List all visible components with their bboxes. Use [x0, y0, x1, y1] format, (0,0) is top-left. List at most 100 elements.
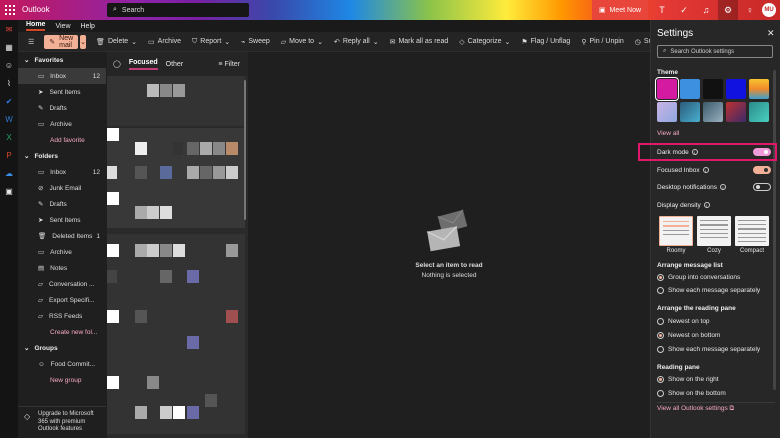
categorize-label: Categorize [467, 38, 502, 45]
apps-icon[interactable]: ▣ [0, 182, 18, 200]
upgrade-banner[interactable]: ◇ Upgrade to Microsoft 365 with premium … [18, 406, 106, 438]
folder-sent[interactable]: ➤ Sent Items [18, 212, 106, 228]
radio-pane-separately[interactable]: Show each message separately [657, 346, 760, 353]
filter-button[interactable]: ≡ Filter [218, 61, 240, 68]
notifications-icon[interactable]: ♫ [696, 0, 716, 20]
new-mail-button[interactable]: ✎ New mail [44, 34, 79, 49]
delete-button[interactable]: 🗑 Delete ⌄ [96, 38, 137, 46]
radio-show-right[interactable]: Show on the right [657, 376, 719, 383]
sweep-button[interactable]: ⌁ Sweep [241, 38, 270, 46]
folder-archive[interactable]: ▭ Archive [18, 244, 106, 260]
favorite-sent-items[interactable]: ➤ Sent Items [18, 84, 106, 100]
message-list-scrollbar[interactable] [244, 80, 246, 220]
powerpoint-icon[interactable]: P [0, 146, 18, 164]
info-icon[interactable]: i [703, 202, 710, 209]
people-icon[interactable]: ☺ [0, 56, 18, 74]
archive-icon: ▭ [38, 249, 45, 256]
menu-home[interactable]: Home [26, 21, 46, 31]
radio-newest-bottom[interactable]: Newest on bottom [657, 332, 720, 339]
folder-export[interactable]: ▱ Export Specifi... [18, 292, 106, 308]
groups-header[interactable]: ⌄ Groups [18, 340, 106, 356]
settings-search-input[interactable]: ⌕ Search Outlook settings [657, 45, 773, 58]
list-item[interactable] [107, 76, 245, 126]
group-food[interactable]: ☺ Food Commit... [18, 356, 106, 372]
tab-focused[interactable]: Focused [128, 59, 158, 70]
app-title[interactable]: Outlook [22, 5, 50, 14]
radio-newest-top[interactable]: Newest on top [657, 318, 710, 325]
density-compact-option[interactable] [735, 216, 769, 246]
favorites-header[interactable]: ⌄ Favorites [18, 52, 106, 68]
folder-notes[interactable]: ▤ Notes [18, 260, 106, 276]
theme-swatch-teal[interactable] [749, 102, 769, 122]
mail-icon[interactable]: ✉ [0, 20, 18, 38]
theme-swatch-abstract[interactable] [726, 102, 746, 122]
radio-show-bottom[interactable]: Show on the bottom [657, 390, 726, 397]
folder-junk[interactable]: ⊘ Junk Email [18, 180, 106, 196]
todo-icon[interactable]: ✓ [674, 0, 694, 20]
report-button[interactable]: ⛉ Report ⌄ [192, 38, 230, 46]
excel-icon[interactable]: X [0, 128, 18, 146]
view-all-settings-link[interactable]: View all Outlook settings ⧉ [657, 402, 775, 413]
theme-swatch-black[interactable] [703, 79, 723, 99]
menu-help[interactable]: Help [81, 23, 95, 30]
tab-other[interactable]: Other [166, 61, 184, 68]
theme-swatch-wave[interactable] [680, 102, 700, 122]
avatar[interactable]: MU [762, 3, 776, 17]
create-folder-link[interactable]: Create new fol... [18, 324, 106, 340]
desktop-notifications-toggle[interactable] [753, 183, 771, 191]
app-launcher-icon[interactable] [5, 5, 15, 15]
reply-all-button[interactable]: ↶ Reply all ⌄ [334, 38, 379, 46]
folder-drafts[interactable]: ✎ Drafts [18, 196, 106, 212]
info-icon[interactable]: i [719, 184, 726, 191]
todo-rail-icon[interactable]: ✔ [0, 92, 18, 110]
teams-icon[interactable]: T [652, 0, 672, 20]
settings-scrollbar[interactable] [773, 70, 776, 390]
folder-label: Inbox [50, 72, 67, 80]
select-all-icon[interactable]: ◯ [113, 60, 121, 68]
folder-conversation[interactable]: ▱ Conversation ... [18, 276, 106, 292]
list-item[interactable] [107, 128, 245, 228]
word-icon[interactable]: W [0, 110, 18, 128]
flag-button[interactable]: ⚑ Flag / Unflag [521, 38, 570, 46]
attach-icon[interactable]: ⌇ [0, 74, 18, 92]
density-roomy-option[interactable] [659, 216, 693, 246]
categorize-button[interactable]: ◇ Categorize ⌄ [459, 38, 510, 46]
menu-view[interactable]: View [55, 23, 70, 30]
radio-show-separately[interactable]: Show each message separately [657, 287, 760, 294]
list-item[interactable] [107, 234, 245, 434]
settings-gear-icon[interactable]: ⚙ [718, 0, 738, 20]
pin-button[interactable]: ⚲ Pin / Unpin [581, 38, 623, 46]
folder-rss[interactable]: ▱ RSS Feeds [18, 308, 106, 324]
theme-swatch-royal[interactable] [726, 79, 746, 99]
meet-now-button[interactable]: ▣ Meet Now [592, 0, 648, 20]
theme-swatch-magenta[interactable] [655, 77, 679, 101]
favorite-drafts[interactable]: ✎ Drafts [18, 100, 106, 116]
focused-inbox-toggle[interactable] [753, 166, 771, 174]
radio-group-conversations[interactable]: Group into conversations [657, 274, 740, 281]
theme-swatch-mountain[interactable] [703, 102, 723, 122]
hamburger-icon[interactable]: ☰ [28, 38, 34, 46]
top-bar: Outlook ⌕ Search ▣ Meet Now T ✓ ♫ ⚙ ♀ MU [0, 0, 780, 20]
view-all-themes-link[interactable]: View all [657, 130, 679, 137]
folder-inbox[interactable]: ▭ Inbox 12 [18, 164, 106, 180]
archive-button[interactable]: ▭ Archive [148, 38, 181, 46]
theme-swatch-lavender[interactable] [657, 102, 677, 122]
info-icon[interactable]: i [702, 167, 709, 174]
move-to-button[interactable]: ▱ Move to ⌄ [281, 38, 323, 46]
close-icon[interactable]: ✕ [767, 28, 775, 39]
folder-deleted[interactable]: 🗑 Deleted Items 1 [18, 228, 106, 244]
tips-icon[interactable]: ♀ [740, 0, 760, 20]
folders-header[interactable]: ⌄ Folders [18, 148, 106, 164]
mark-all-read-button[interactable]: ✉ Mark all as read [390, 38, 449, 46]
add-favorite-link[interactable]: Add favorite [18, 132, 106, 148]
favorite-archive[interactable]: ▭ Archive [18, 116, 106, 132]
search-box[interactable]: ⌕ Search [107, 3, 249, 17]
favorite-inbox[interactable]: ▭ Inbox 12 [18, 68, 106, 84]
calendar-icon[interactable]: ▦ [0, 38, 18, 56]
density-cozy-option[interactable] [697, 216, 731, 246]
new-group-link[interactable]: New group [18, 372, 106, 388]
onedrive-icon[interactable]: ☁ [0, 164, 18, 182]
new-mail-dropdown[interactable]: ⌄ [80, 34, 87, 49]
theme-swatch-blue[interactable] [680, 79, 700, 99]
theme-swatch-sunset[interactable] [749, 79, 769, 99]
